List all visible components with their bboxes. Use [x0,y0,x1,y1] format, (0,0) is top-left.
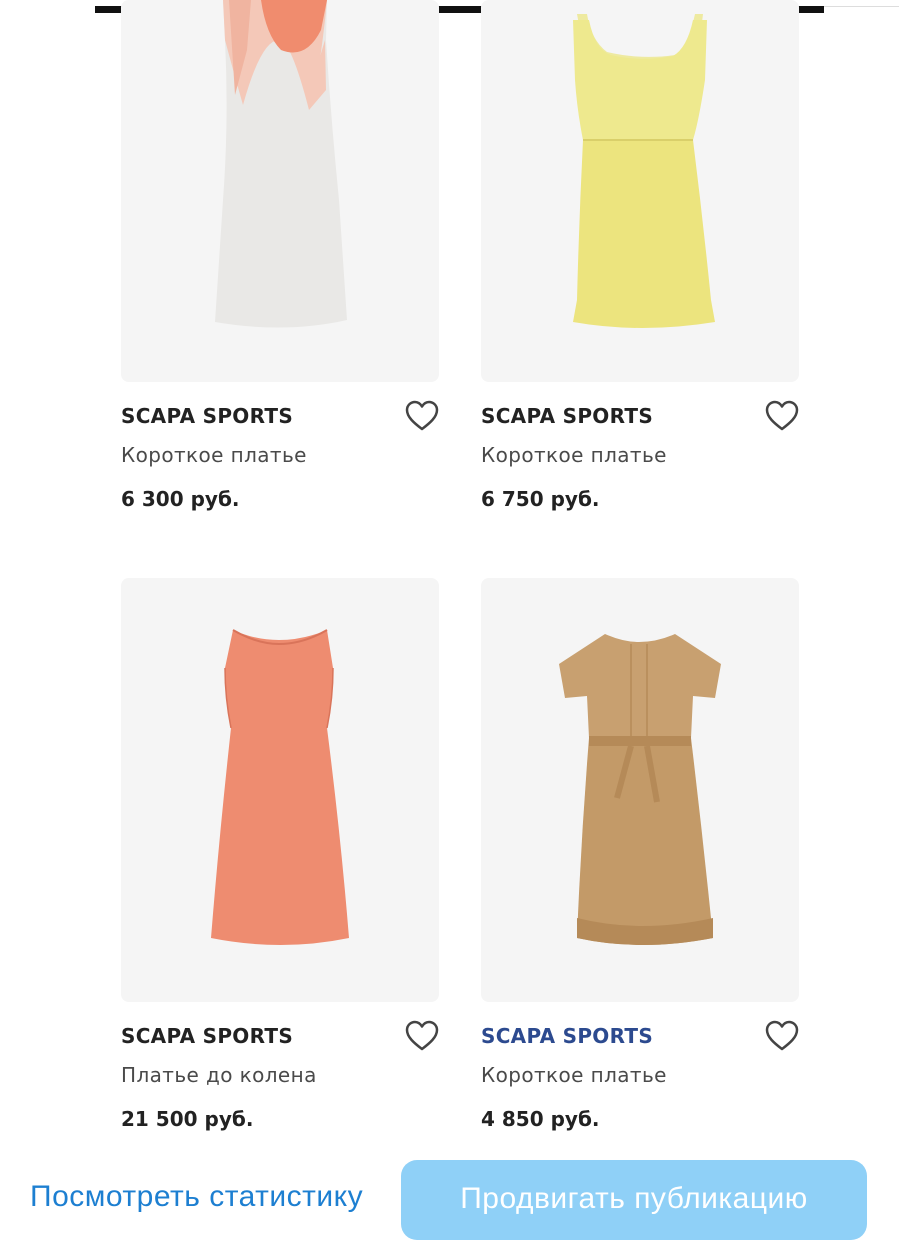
product-name[interactable]: Короткое платье [481,1063,667,1087]
view-statistics-link[interactable]: Посмотреть статистику [30,1180,363,1214]
product-price: 4 850 руб. [481,1107,600,1131]
product-name[interactable]: Платье до колена [121,1063,317,1087]
dress-yellow-image[interactable] [481,0,799,382]
top-edge-line [824,6,899,7]
product-name[interactable]: Короткое платье [121,443,307,467]
product-name[interactable]: Короткое платье [481,443,667,467]
heart-outline-icon[interactable] [764,399,800,433]
product-brand[interactable]: SCAPA SPORTS [121,404,293,428]
product-brand[interactable]: SCAPA SPORTS [481,404,653,428]
heart-outline-icon[interactable] [764,1019,800,1053]
heart-outline-icon[interactable] [404,399,440,433]
product-price: 6 300 руб. [121,487,240,511]
dress-beige-image[interactable] [481,578,799,1002]
product-price: 6 750 руб. [481,487,600,511]
product-price: 21 500 руб. [121,1107,254,1131]
product-brand[interactable]: SCAPA SPORTS [121,1024,293,1048]
dress-white-coral-image[interactable] [121,0,439,382]
dress-coral-image[interactable] [121,578,439,1002]
promote-publication-button[interactable]: Продвигать публикацию [401,1160,867,1240]
heart-outline-icon[interactable] [404,1019,440,1053]
product-brand[interactable]: SCAPA SPORTS [481,1024,653,1048]
